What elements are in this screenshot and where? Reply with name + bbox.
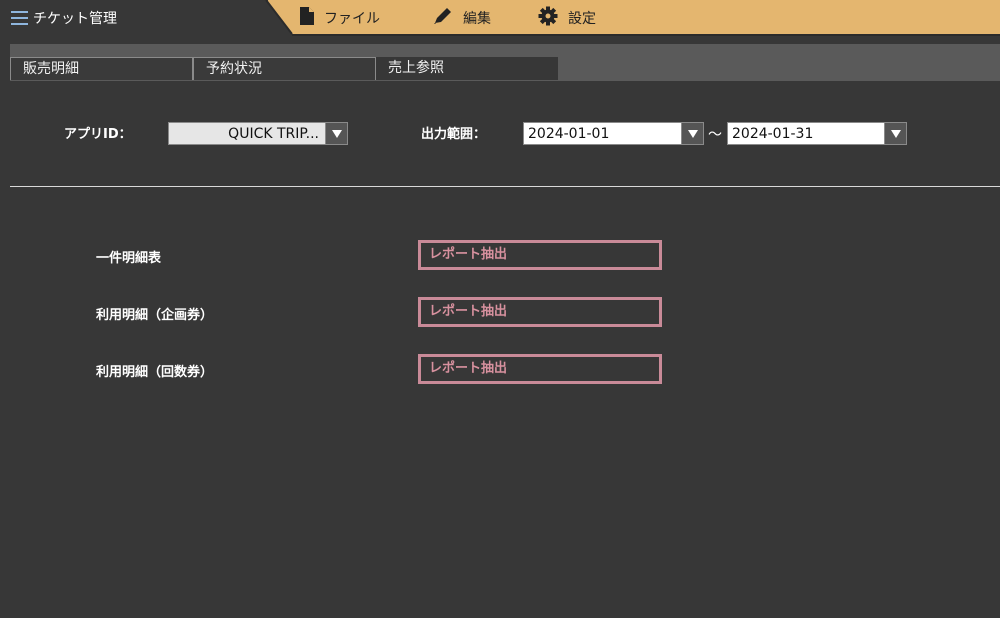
menu-settings-label: 設定 xyxy=(568,11,596,27)
top-menu-bar: チケット管理 ファイル 編集 設定 xyxy=(0,0,1000,36)
report-extract-button-single-detail[interactable]: レポート抽出 xyxy=(418,240,662,270)
report-extract-button-usage-plan[interactable]: レポート抽出 xyxy=(418,297,662,327)
report-label-usage-coupon: 利用明細（回数券） xyxy=(96,365,214,380)
tab-sales-details[interactable]: 販売明細 xyxy=(10,57,193,80)
caret-down-icon[interactable] xyxy=(681,123,703,144)
menu-edit[interactable]: 編集 xyxy=(433,0,491,36)
date-to-select[interactable]: 2024-01-31 xyxy=(727,122,907,145)
menu-file[interactable]: ファイル xyxy=(300,0,380,36)
section-divider xyxy=(10,186,1000,187)
range-separator: ～ xyxy=(708,127,722,143)
app-id-select[interactable]: QUICK TRIP... xyxy=(168,122,348,145)
app-tab-edge xyxy=(262,0,294,36)
pencil-icon xyxy=(433,7,453,29)
report-label-usage-plan: 利用明細（企画券） xyxy=(96,308,214,323)
tab-reservation-status[interactable]: 予約状況 xyxy=(193,57,376,80)
date-from-select[interactable]: 2024-01-01 xyxy=(523,122,704,145)
file-icon xyxy=(300,7,314,29)
app-id-label: アプリID： xyxy=(64,127,132,142)
menu-edit-label: 編集 xyxy=(463,11,491,27)
tab-sales-reference[interactable]: 売上参照 xyxy=(376,57,558,80)
date-to-value: 2024-01-31 xyxy=(732,125,814,142)
menu-file-label: ファイル xyxy=(324,11,380,27)
gear-icon xyxy=(538,6,558,30)
app-id-value: QUICK TRIP... xyxy=(228,125,319,142)
report-label-single-detail: 一件明細表 xyxy=(96,251,162,266)
range-label: 出力範囲： xyxy=(421,127,487,142)
app-title: チケット管理 xyxy=(33,11,117,27)
menu-settings[interactable]: 設定 xyxy=(538,0,596,36)
date-from-value: 2024-01-01 xyxy=(528,125,610,142)
report-extract-button-usage-coupon[interactable]: レポート抽出 xyxy=(418,354,662,384)
app-title-tab[interactable]: チケット管理 xyxy=(0,0,268,36)
caret-down-icon[interactable] xyxy=(325,123,347,144)
caret-down-icon[interactable] xyxy=(884,123,906,144)
hamburger-icon[interactable] xyxy=(11,11,28,25)
